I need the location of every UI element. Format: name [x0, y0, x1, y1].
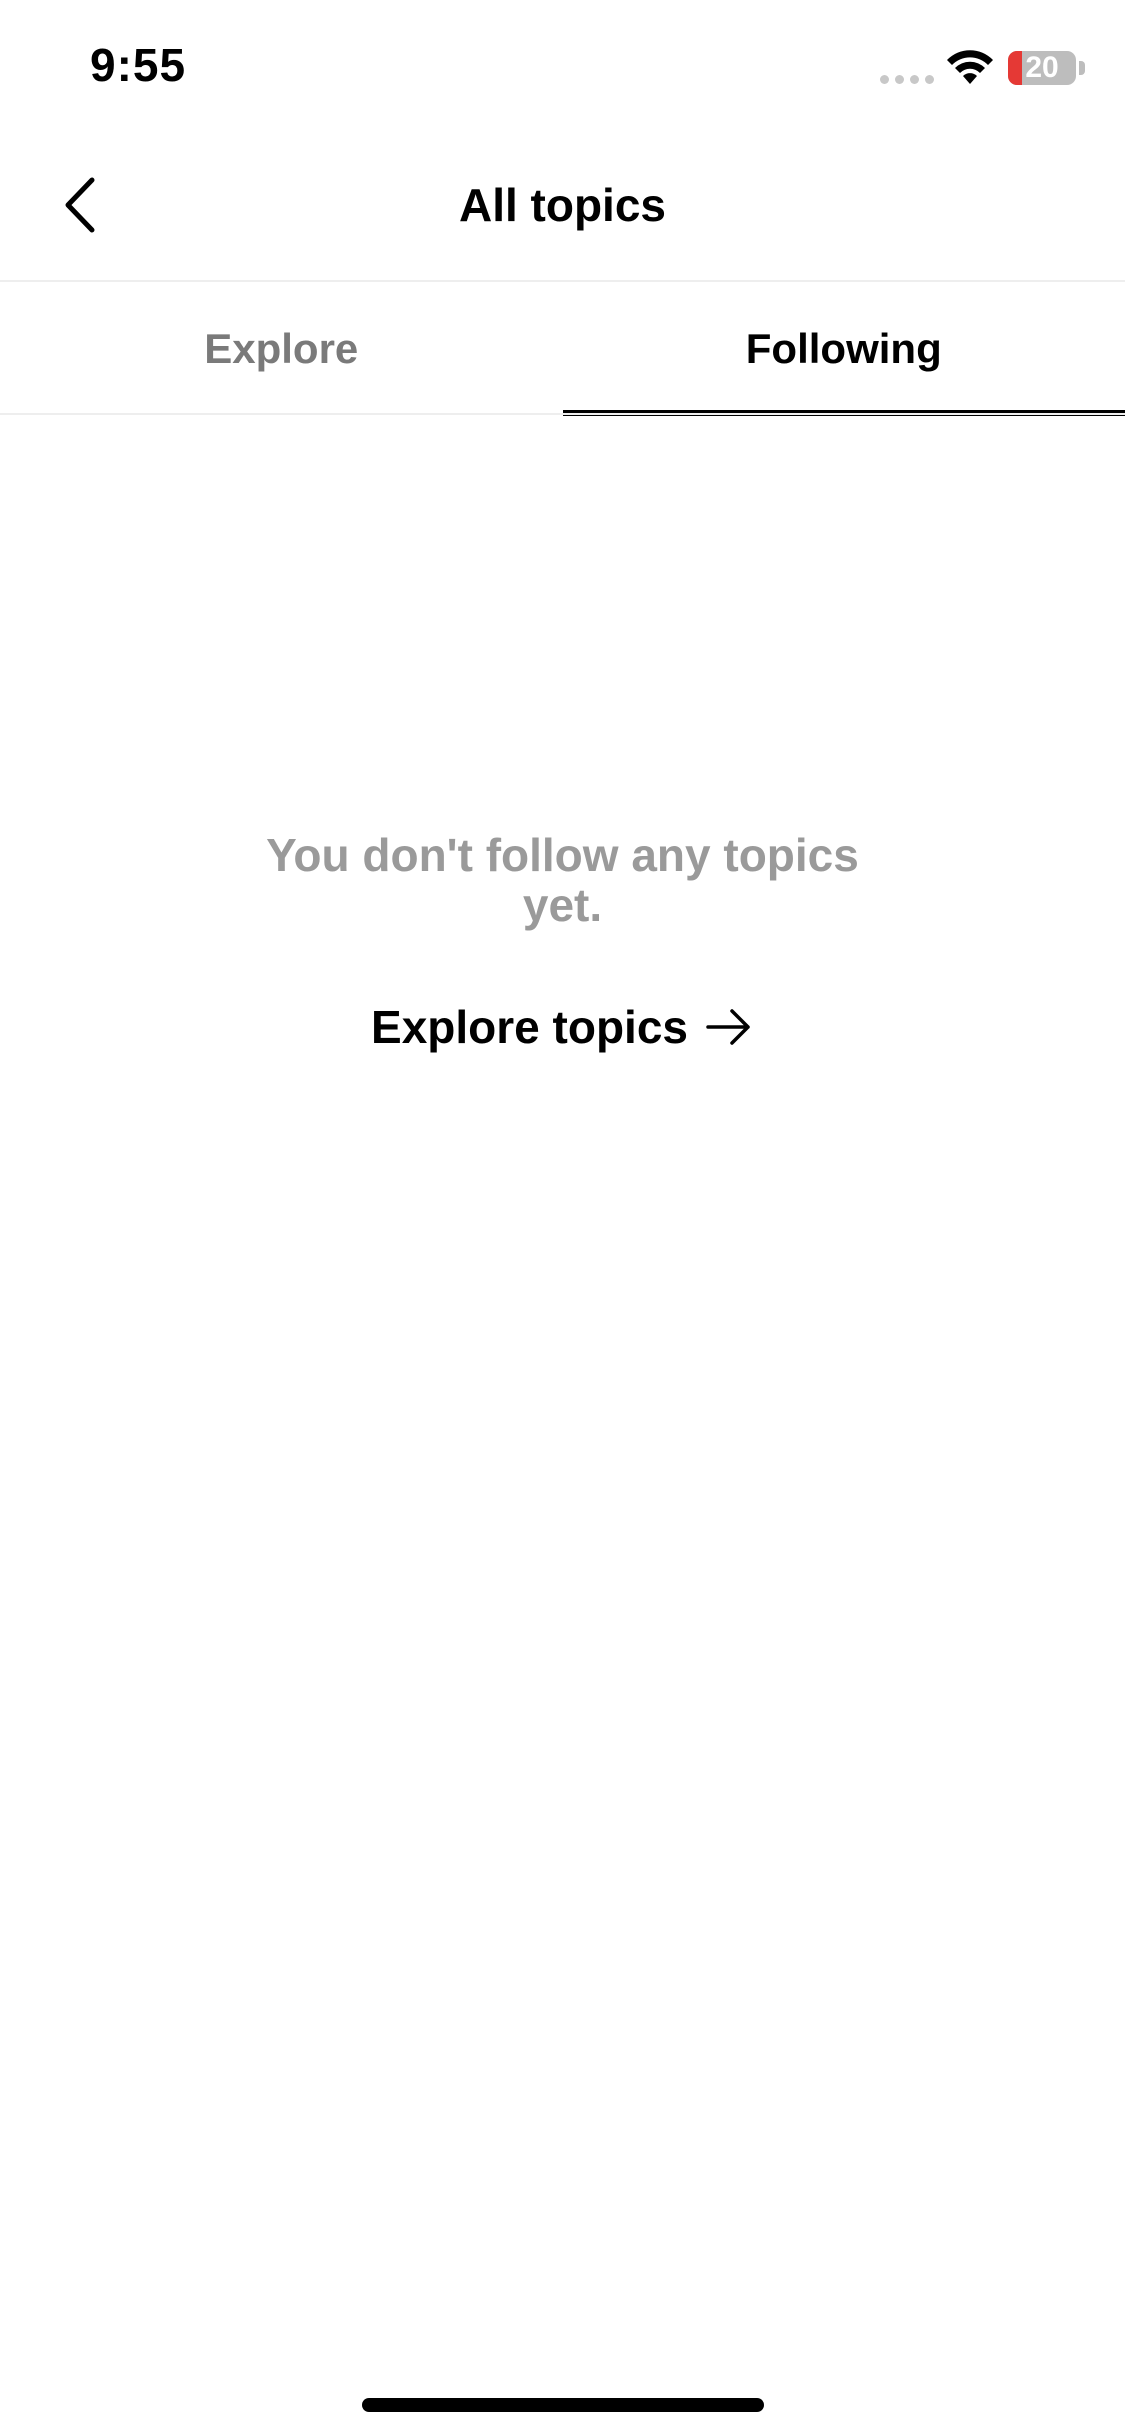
- arrow-right-icon: [706, 1009, 750, 1045]
- tab-following[interactable]: Following: [562, 282, 1125, 416]
- empty-state-message: You don't follow any topics yet.: [266, 829, 859, 931]
- explore-topics-label: Explore topics: [371, 1001, 688, 1053]
- battery-level: 20: [1025, 51, 1059, 84]
- battery-cap: [1079, 61, 1085, 75]
- tab-bar: Explore Following: [0, 282, 1125, 416]
- wifi-icon: [947, 50, 993, 84]
- tab-explore[interactable]: Explore: [0, 282, 563, 416]
- page-title: All topics: [458, 179, 667, 231]
- battery-icon: 20: [1008, 51, 1076, 85]
- nav-bar: All topics: [0, 130, 1125, 280]
- tabs-divider: [0, 413, 1125, 415]
- home-indicator[interactable]: [362, 2398, 764, 2412]
- screen: 9:55 20 All topics Explore Following You…: [0, 0, 1125, 2436]
- status-bar: 9:55 20: [0, 0, 1125, 130]
- explore-topics-link[interactable]: Explore topics: [0, 1000, 1125, 1054]
- status-time: 9:55: [90, 39, 187, 91]
- signal-icon: [880, 75, 934, 84]
